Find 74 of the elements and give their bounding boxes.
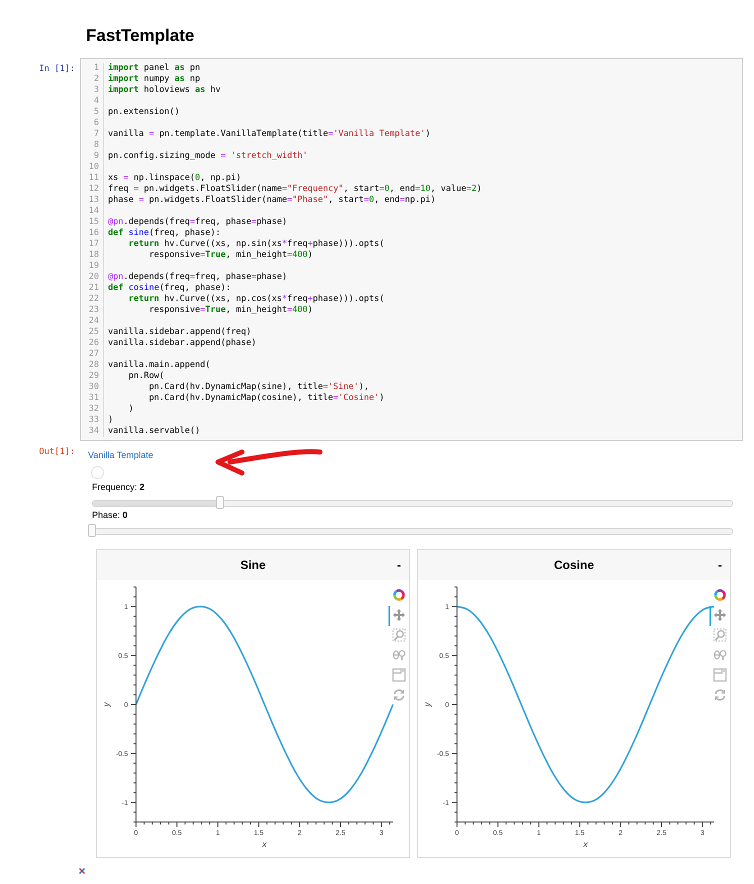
code-line: pn.Card(hv.DynamicMap(cosine), title='Cosine') — [148, 393, 384, 404]
code-line: vanilla.main.append( — [107, 360, 210, 371]
code-line: def cosine(freq, phase): — [107, 283, 231, 294]
collapse-button[interactable]: - — [397, 558, 401, 572]
line-number: 17 — [81, 239, 104, 250]
line-number: 30 — [81, 382, 104, 393]
line-number: 22 — [81, 294, 104, 305]
code-line: def sine(freq, phase): — [107, 228, 221, 239]
line-number: 26 — [81, 338, 104, 349]
code-line: responsive=True, min_height=400) — [148, 305, 313, 316]
code-line: ) — [107, 415, 114, 426]
line-number: 12 — [81, 184, 104, 195]
code-line: import panel as pn — [107, 63, 200, 74]
code-line: @pn.depends(freq=freq, phase=phase) — [107, 272, 288, 283]
code-line: vanilla.sidebar.append(freq) — [107, 327, 252, 338]
line-number: 27 — [81, 349, 104, 360]
line-number: 6 — [81, 118, 104, 129]
line-number: 5 — [81, 107, 104, 118]
line-number: 29 — [81, 371, 104, 382]
line-number: 18 — [81, 250, 104, 261]
axis-label: y — [101, 702, 111, 707]
template-link[interactable]: Vanilla Template — [88, 450, 154, 460]
code-line: phase = pn.widgets.FloatSlider(name="Phase", start=0, end=np.pi) — [107, 195, 436, 206]
code-line: freq = pn.widgets.FloatSlider(name="Frequency", start=0, end=10, value=2) — [107, 184, 482, 195]
line-number: 33 — [81, 415, 104, 426]
code-line: pn.extension() — [107, 107, 180, 118]
line-number: 25 — [81, 327, 104, 338]
code-line: vanilla.servable() — [107, 426, 200, 437]
code-line: return hv.Curve((xs, np.cos(xs*freq+phase))).opts( — [127, 294, 384, 305]
collapse-button[interactable]: - — [718, 558, 722, 572]
line-number: 3 — [81, 85, 104, 96]
line-number: 31 — [81, 393, 104, 404]
axis-label: y — [422, 702, 432, 707]
code-line: pn.Row( — [127, 371, 164, 382]
card-title: Cosine — [554, 558, 594, 572]
axis-label: x — [262, 839, 267, 849]
code-line: import holoviews as hv — [107, 85, 221, 96]
line-number: 16 — [81, 228, 104, 239]
code-line: responsive=True, min_height=400) — [148, 250, 313, 261]
line-number: 19 — [81, 261, 104, 272]
slider-label: Phase: 0 — [92, 510, 129, 521]
line-number: 14 — [81, 206, 104, 217]
line-number: 20 — [81, 272, 104, 283]
line-number: 24 — [81, 316, 104, 327]
code-line: ) — [127, 404, 134, 415]
line-number: 10 — [81, 162, 104, 173]
code-line: vanilla = pn.template.VanillaTemplate(title='Vanilla Template') — [107, 129, 430, 140]
line-number: 21 — [81, 283, 104, 294]
line-number: 9 — [81, 151, 104, 162]
line-number: 23 — [81, 305, 104, 316]
page-title: FastTemplate — [85, 25, 196, 47]
line-number: 28 — [81, 360, 104, 371]
code-line: vanilla.sidebar.append(phase) — [107, 338, 256, 349]
line-number: 4 — [81, 96, 104, 107]
code-line: pn.Card(hv.DynamicMap(sine), title='Sine'), — [148, 382, 370, 393]
code-line: return hv.Curve((xs, np.sin(xs*freq+phase))).opts( — [127, 239, 384, 250]
line-number: 8 — [81, 140, 104, 151]
line-number: 34 — [81, 426, 104, 437]
code-line: pn.config.sizing_mode = 'stretch_width' — [107, 151, 308, 162]
line-number: 32 — [81, 404, 104, 415]
output-prompt: Out[1]: — [38, 446, 76, 459]
line-number: 1 — [81, 63, 104, 74]
code-line: import numpy as np — [107, 74, 200, 85]
input-prompt: In [1]: — [38, 63, 76, 76]
line-number: 11 — [81, 173, 104, 184]
code-line: xs = np.linspace(0, np.pi) — [107, 173, 242, 184]
line-number: 15 — [81, 217, 104, 228]
line-number: 13 — [81, 195, 104, 206]
slider-label: Frequency: 2 — [92, 482, 146, 493]
axis-label: x — [583, 839, 588, 849]
line-number: 7 — [81, 129, 104, 140]
line-number: 2 — [81, 74, 104, 85]
card-title: Sine — [240, 558, 266, 572]
code-line: @pn.depends(freq=freq, phase=phase) — [107, 217, 288, 228]
